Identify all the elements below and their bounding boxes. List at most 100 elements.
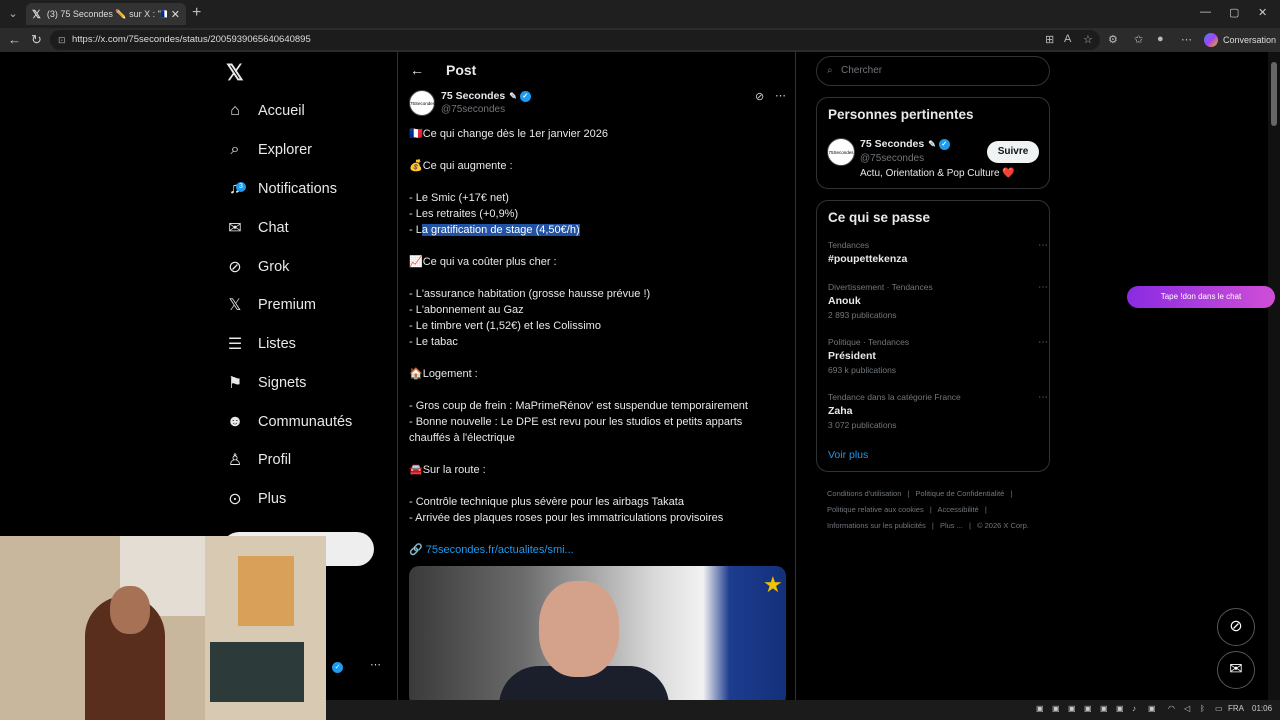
footer-link-privacy[interactable]: Politique de Confidentialité bbox=[916, 489, 1005, 498]
reload-icon[interactable]: ↻ bbox=[31, 32, 42, 48]
more-options-icon[interactable]: ⋯ bbox=[1038, 337, 1048, 348]
new-tab-button[interactable]: + bbox=[192, 4, 201, 22]
trend-meta: Divertissement · Tendances bbox=[828, 282, 933, 292]
footer-link-terms[interactable]: Conditions d'utilisation bbox=[827, 489, 901, 498]
sidebar-item-premium[interactable]: 𝕏 Premium bbox=[218, 290, 316, 320]
search-input[interactable]: ⌕ Chercher bbox=[816, 56, 1050, 86]
wifi-icon[interactable]: ◠ bbox=[1168, 704, 1175, 713]
more-options-icon[interactable]: ⋯ bbox=[1038, 240, 1048, 251]
tab-list-button[interactable]: ⌄ bbox=[4, 5, 22, 23]
trend-meta: Politique · Tendances bbox=[828, 337, 910, 347]
grok-fab-icon[interactable]: ⊘ bbox=[1217, 608, 1255, 646]
sidebar-item-communautes[interactable]: ☻ Communautés bbox=[218, 407, 353, 437]
browser-tab[interactable]: 𝕏 (3) 75 Secondes ✏️ sur X : "🇫🇷Ce c ✕ bbox=[26, 3, 186, 25]
post-image[interactable]: ★ bbox=[409, 566, 786, 700]
tray-app-icon[interactable]: ▣ bbox=[1068, 704, 1076, 713]
trend-item[interactable]: Politique · Tendances Président 693 k pu… bbox=[828, 337, 1048, 378]
trend-item[interactable]: Tendance dans la catégorie France Zaha 3… bbox=[828, 392, 1048, 433]
trend-meta: Tendances bbox=[828, 240, 870, 250]
search-icon: ⌕ bbox=[230, 141, 240, 158]
tray-app-icon[interactable]: ▣ bbox=[1148, 704, 1156, 713]
page-scrollbar[interactable] bbox=[1268, 52, 1280, 700]
sidebar-item-plus[interactable]: ⊙ Plus bbox=[218, 484, 286, 514]
browser-menu-icon[interactable]: ⋯ bbox=[1181, 33, 1192, 46]
tray-app-icon[interactable]: ▣ bbox=[1116, 704, 1124, 713]
footer-link-cookies[interactable]: Politique relative aux cookies bbox=[827, 505, 924, 514]
favorite-star-icon[interactable]: ☆ bbox=[1083, 33, 1093, 46]
author-name[interactable]: 75 Secondes ✎ ✓ bbox=[860, 138, 950, 150]
copilot-icon bbox=[1204, 33, 1218, 47]
apps-icon[interactable]: ⊞ bbox=[1045, 33, 1054, 46]
x-icon: 𝕏 bbox=[228, 297, 242, 314]
avatar[interactable]: 75Secondes bbox=[409, 90, 435, 116]
author-name[interactable]: 75 Secondes ✎ ✓ bbox=[441, 90, 531, 102]
bookmark-icon: ⚑ bbox=[227, 375, 243, 392]
sidebar-item-grok[interactable]: ⊘ Grok bbox=[218, 252, 289, 282]
sidebar-item-explorer[interactable]: ⌕ Explorer bbox=[218, 135, 312, 165]
tray-app-icon[interactable]: ▣ bbox=[1052, 704, 1060, 713]
back-icon[interactable]: ← bbox=[8, 32, 21, 47]
footer-link-ads[interactable]: Informations sur les publicités bbox=[827, 521, 926, 530]
sidebar-item-profil[interactable]: ♙ Profil bbox=[218, 445, 291, 475]
account-menu-icon[interactable]: ⋯ bbox=[370, 658, 381, 671]
favorites-icon[interactable]: ✩ bbox=[1134, 33, 1143, 46]
bluetooth-icon[interactable]: ᛒ bbox=[1200, 704, 1205, 713]
conversation-button[interactable]: Conversation bbox=[1204, 31, 1276, 49]
sidebar-item-signets[interactable]: ⚑ Signets bbox=[218, 368, 307, 398]
article-link[interactable]: 75secondes.fr/actualites/smi... bbox=[426, 544, 574, 556]
tray-app-icon[interactable]: ▣ bbox=[1036, 704, 1044, 713]
author-handle[interactable]: @75secondes bbox=[860, 153, 924, 164]
avatar[interactable]: 75Secondes bbox=[827, 138, 855, 166]
tweet-text: 🇫🇷Ce qui change dès le 1er janvier 2026 💰… bbox=[409, 126, 789, 558]
user-icon: ♙ bbox=[227, 452, 243, 469]
sidebar-item-listes[interactable]: ☰ Listes bbox=[218, 329, 296, 359]
trend-item[interactable]: Divertissement · Tendances Anouk 2 893 p… bbox=[828, 282, 1048, 323]
sidebar-item-notifications[interactable]: ♫ 3 Notifications bbox=[218, 174, 337, 204]
more-options-icon[interactable]: ⋯ bbox=[775, 89, 786, 102]
show-more-link[interactable]: Voir plus bbox=[828, 449, 868, 461]
more-options-icon[interactable]: ⋯ bbox=[1038, 282, 1048, 293]
grok-explain-icon[interactable]: ⊘ bbox=[755, 90, 764, 103]
close-window-icon[interactable]: ✕ bbox=[1258, 6, 1267, 19]
close-tab-icon[interactable]: ✕ bbox=[171, 8, 180, 21]
battery-icon[interactable]: ▭ bbox=[1215, 704, 1223, 713]
author-name-text: 75 Secondes bbox=[441, 90, 506, 102]
language-indicator[interactable]: FRA bbox=[1228, 704, 1244, 713]
author-handle[interactable]: @75secondes bbox=[441, 104, 505, 115]
trend-item[interactable]: Tendances #poupettekenza ⋯ bbox=[828, 240, 1048, 268]
minimize-icon[interactable]: — bbox=[1200, 6, 1211, 18]
clock[interactable]: 01:06 bbox=[1252, 704, 1272, 713]
sidebar-item-chat[interactable]: ✉ Chat bbox=[218, 213, 288, 243]
trend-name: #poupettekenza bbox=[828, 253, 908, 265]
tray-app-icon[interactable]: ▣ bbox=[1084, 704, 1092, 713]
footer-line: Politique relative aux cookies | Accessi… bbox=[827, 502, 1057, 518]
more-options-icon[interactable]: ⋯ bbox=[1038, 392, 1048, 403]
microphone-icon[interactable]: ♪ bbox=[1132, 704, 1136, 713]
url-field[interactable]: ⊡ https://x.com/75secondes/status/200593… bbox=[50, 30, 1100, 50]
sidebar-item-accueil[interactable]: ⌂ Accueil bbox=[218, 96, 305, 126]
webcam-overlay bbox=[0, 536, 326, 720]
follow-button[interactable]: Suivre bbox=[987, 141, 1039, 163]
volume-icon[interactable]: ◁ bbox=[1184, 704, 1190, 713]
profile-avatar-icon[interactable]: ● bbox=[1157, 33, 1164, 45]
site-info-icon[interactable]: ⊡ bbox=[58, 30, 66, 50]
footer-link-more[interactable]: Plus ... bbox=[940, 521, 963, 530]
x-logo-icon[interactable]: 𝕏 bbox=[226, 60, 244, 86]
footer-link-accessibility[interactable]: Accessibilité bbox=[937, 505, 978, 514]
trend-name: Anouk bbox=[828, 295, 861, 307]
extensions-icon[interactable]: ⚙ bbox=[1108, 33, 1118, 46]
back-arrow-icon[interactable]: ← bbox=[410, 62, 424, 78]
read-aloud-icon[interactable]: A bbox=[1064, 33, 1071, 45]
messages-fab-icon[interactable]: ✉ bbox=[1217, 651, 1255, 689]
footer-separator: | bbox=[929, 505, 932, 514]
restore-icon[interactable]: ▢ bbox=[1229, 6, 1239, 19]
address-bar-row: ← ↻ ⊡ https://x.com/75secondes/status/20… bbox=[0, 28, 1280, 52]
tray-app-icon[interactable]: ▣ bbox=[1100, 704, 1108, 713]
scrollbar-thumb[interactable] bbox=[1271, 62, 1277, 126]
